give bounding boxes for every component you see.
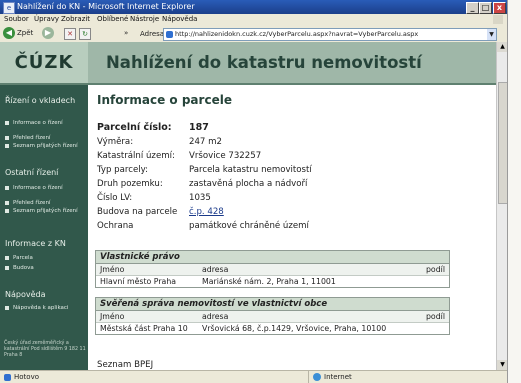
budova-link[interactable]: č.p. 428: [189, 207, 224, 217]
table-header-row: Jméno adresa podíl: [96, 264, 449, 276]
sidebar-item-prehled-rizeni[interactable]: Přehled řízení: [5, 135, 50, 142]
windows-flag-icon: [493, 15, 503, 24]
field-label: Číslo LV:: [97, 193, 133, 203]
address-dropdown-icon[interactable]: ▼: [487, 29, 496, 40]
field-value: zastavěná plocha a nádvoří: [189, 179, 308, 189]
toolbar-overflow-icon[interactable]: »: [124, 28, 128, 39]
globe-icon: [313, 373, 321, 381]
main-content: Informace o parcele Parcelní číslo: 187 …: [88, 85, 496, 370]
col-podil: podíl: [425, 265, 445, 274]
menu-oblibene[interactable]: Oblíbené: [97, 15, 128, 23]
sidebar: Řízení o vkladech Informace o řízení Pře…: [0, 85, 88, 370]
sidebar-item-informace-o-rizeni[interactable]: Informace o řízení: [5, 120, 63, 127]
sidebar-item-budova[interactable]: Budova: [5, 265, 34, 272]
col-adresa: adresa: [202, 312, 229, 321]
bullet-icon: [5, 208, 9, 213]
menu-nastroje[interactable]: Nástroje: [130, 15, 159, 23]
address-bar[interactable]: http://nahlizenidokn.cuzk.cz/VyberParcel…: [163, 28, 497, 41]
menu-napoveda[interactable]: Nápověda: [162, 15, 197, 23]
cell-adresa: Mariánské nám. 2, Praha 1, 11001: [202, 277, 336, 286]
back-arrow-icon[interactable]: ◀: [3, 27, 15, 39]
status-bar: Hotovo Internet: [0, 370, 507, 383]
sidebar-item-prehled-rizeni-2[interactable]: Přehled řízení: [5, 200, 50, 207]
field-value: 247 m2: [189, 137, 222, 147]
page-done-icon: [4, 373, 11, 381]
scroll-down-icon[interactable]: ▼: [497, 360, 507, 370]
field-label: Budova na parcele: [97, 207, 178, 217]
close-button[interactable]: x: [493, 2, 506, 14]
bullet-icon: [5, 200, 9, 205]
bullet-icon: [5, 120, 9, 125]
sidebar-footer-address: Český úřad zeměměřický a katastrální Pod…: [4, 341, 86, 358]
table-row: Hlavní město Praha Mariánské nám. 2, Pra…: [96, 276, 449, 287]
sidebar-item-seznam-prijatych-rizeni-2[interactable]: Seznam přijatých řízení: [5, 208, 85, 215]
sidebar-section-ostatni-rizeni: Ostatní řízení: [5, 168, 59, 177]
address-value: http://nahlizenidokn.cuzk.cz/VyberParcel…: [175, 30, 419, 38]
address-label: Adresa: [140, 30, 165, 38]
menu-upravy[interactable]: Úpravy: [34, 15, 59, 23]
sidebar-item-informace-o-rizeni-2[interactable]: Informace o řízení: [5, 185, 63, 192]
refresh-icon[interactable]: ↻: [79, 28, 91, 40]
scroll-up-icon[interactable]: ▲: [497, 42, 507, 52]
field-label: Katastrální území:: [97, 151, 175, 161]
field-label: Ochrana: [97, 221, 134, 231]
bullet-icon: [5, 265, 9, 270]
sidebar-item-napoveda-k-aplikaci[interactable]: Nápověda k aplikaci: [5, 305, 75, 312]
scroll-thumb[interactable]: [498, 82, 507, 204]
toolbar: ◀ Zpět ▶ ✕ ↻ » Adresa http://nahlizenido…: [0, 26, 507, 43]
field-label: Druh pozemku:: [97, 179, 163, 189]
col-podil: podíl: [425, 312, 445, 321]
title-bar: e Nahlížení do KN - Microsoft Internet E…: [0, 0, 507, 14]
bullet-icon: [5, 305, 9, 310]
table-heading: Svěřená správa nemovitostí ve vlastnictv…: [96, 298, 449, 311]
ie-icon: e: [3, 2, 15, 14]
sverena-sprava-table: Svěřená správa nemovitostí ve vlastnictv…: [95, 297, 450, 335]
field-value: památkové chráněné území: [189, 221, 309, 231]
page-title: Informace o parcele: [97, 93, 232, 107]
stop-icon[interactable]: ✕: [64, 28, 76, 40]
bullet-icon: [5, 185, 9, 190]
menu-soubor[interactable]: Soubor: [4, 15, 29, 23]
table-heading: Vlastnické právo: [96, 251, 449, 264]
browser-window: e Nahlížení do KN - Microsoft Internet E…: [0, 0, 508, 383]
bullet-icon: [5, 143, 9, 148]
field-value: 1035: [189, 193, 211, 203]
vlastnicke-pravo-table: Vlastnické právo Jméno adresa podíl Hlav…: [95, 250, 450, 288]
seznam-bpej-heading: Seznam BPEJ: [97, 360, 154, 370]
col-adresa: adresa: [202, 265, 229, 274]
vertical-scrollbar[interactable]: ▲ ▼: [496, 42, 507, 370]
sidebar-item-parcela[interactable]: Parcela: [5, 255, 33, 262]
col-jmeno: Jméno: [100, 265, 125, 274]
table-header-row: Jméno adresa podíl: [96, 311, 449, 323]
bullet-icon: [5, 135, 9, 140]
menu-zobrazit[interactable]: Zobrazit: [61, 15, 90, 23]
page-icon: [166, 30, 173, 38]
security-zone: Internet: [308, 371, 352, 383]
cuzk-logo[interactable]: ČÚZK: [0, 42, 88, 83]
window-title: Nahlížení do KN - Microsoft Internet Exp…: [17, 2, 195, 11]
minimize-button[interactable]: _: [466, 2, 479, 14]
sidebar-section-informace-z-kn: Informace z KN: [5, 239, 66, 248]
sidebar-section-rizeni-o-vkladech: Řízení o vkladech: [5, 96, 76, 105]
field-value: Vršovice 732257: [189, 151, 262, 161]
field-label: Typ parcely:: [97, 165, 149, 175]
field-value: 187: [189, 122, 209, 133]
site-header: ČÚZK Nahlížení do katastru nemovitostí: [0, 42, 496, 85]
back-button[interactable]: Zpět: [17, 28, 33, 39]
field-value: Parcela katastru nemovitostí: [189, 165, 312, 175]
maximize-button[interactable]: □: [479, 2, 492, 14]
field-label: Výměra:: [97, 137, 134, 147]
table-row: Městská část Praha 10 Vršovická 68, č.p.…: [96, 323, 449, 334]
sidebar-item-seznam-prijatych-rizeni[interactable]: Seznam přijatých řízení: [5, 143, 85, 150]
cell-jmeno: Hlavní město Praha: [100, 277, 177, 286]
status-text: Hotovo: [14, 373, 39, 381]
bullet-icon: [5, 255, 9, 260]
col-jmeno: Jméno: [100, 312, 125, 321]
forward-arrow-icon[interactable]: ▶: [42, 27, 54, 39]
cell-adresa: Vršovická 68, č.p.1429, Vršovice, Praha,…: [202, 324, 387, 333]
sidebar-section-napoveda: Nápověda: [5, 290, 46, 299]
site-title: Nahlížení do katastru nemovitostí: [106, 53, 422, 72]
field-label: Parcelní číslo:: [97, 122, 172, 133]
cell-jmeno: Městská část Praha 10: [100, 324, 188, 333]
